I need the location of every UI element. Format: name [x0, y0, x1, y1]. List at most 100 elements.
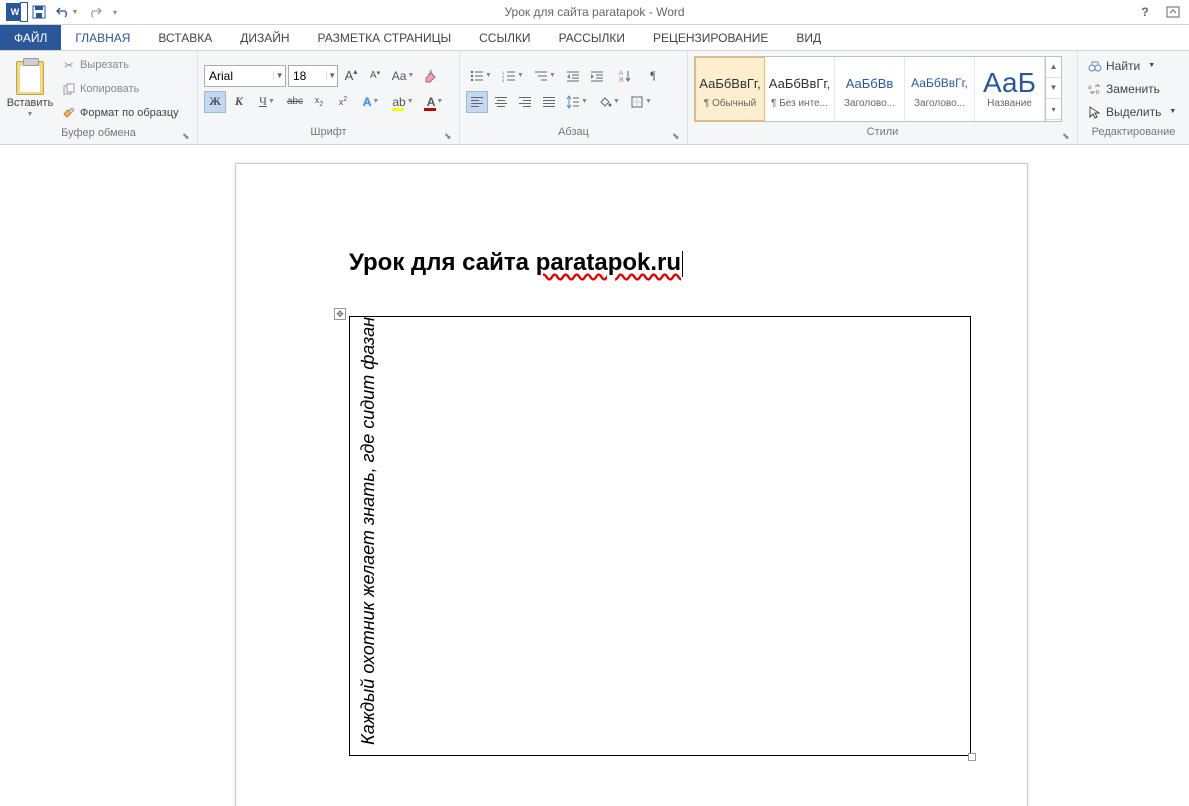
font-color-button[interactable]: A▼ [420, 91, 450, 113]
strikethrough-button[interactable]: abc [284, 91, 306, 113]
copy-label: Копировать [80, 83, 139, 95]
style-name: Заголово... [914, 98, 965, 109]
select-button[interactable]: Выделить ▼ [1084, 101, 1180, 123]
font-size-input[interactable] [289, 66, 326, 86]
clear-formatting-button[interactable]: A [420, 65, 442, 87]
format-painter-button[interactable]: Формат по образцу [58, 102, 183, 124]
line-spacing-button[interactable]: ▼ [562, 91, 592, 113]
heading-link-text: paratapok.ru [536, 249, 681, 276]
style-name: ¶ Обычный [704, 98, 756, 109]
align-right-button[interactable] [514, 91, 536, 113]
save-icon [32, 5, 46, 19]
style-preview: АаБбВв [846, 68, 894, 98]
cut-button[interactable]: ✂ Вырезать [58, 54, 183, 76]
show-marks-button[interactable]: ¶ [642, 65, 664, 87]
numbering-button[interactable]: 123▼ [498, 65, 528, 87]
undo-button[interactable]: ▼ [52, 1, 82, 23]
font-size-combo[interactable]: ▼ [288, 65, 338, 87]
tab-design[interactable]: ДИЗАЙН [226, 25, 303, 50]
paste-button[interactable]: Вставить ▼ [6, 59, 54, 120]
group-clipboard-label: Буфер обмена [0, 127, 197, 144]
paste-label: Вставить [7, 97, 54, 109]
bold-button[interactable]: Ж [204, 91, 226, 113]
redo-icon [88, 6, 102, 18]
ribbon-display-icon [1166, 6, 1180, 18]
scissors-icon: ✂ [62, 58, 76, 72]
undo-icon [56, 6, 70, 18]
italic-button[interactable]: К [228, 91, 250, 113]
help-button[interactable]: ? [1135, 3, 1155, 21]
styles-launcher[interactable]: ⬊ [1062, 131, 1074, 143]
style-item-heading1[interactable]: АаБбВв Заголово... [835, 57, 905, 121]
document-table[interactable]: Каждый охотник желает знать, где сидит ф… [349, 316, 971, 756]
group-clipboard: Вставить ▼ ✂ Вырезать Копировать [0, 51, 198, 144]
sort-icon: АЯ [618, 69, 632, 83]
bullets-button[interactable]: ▼ [466, 65, 496, 87]
save-button[interactable] [28, 1, 50, 23]
svg-text:a: a [1088, 85, 1092, 91]
heading-text: Урок для сайта [349, 249, 536, 276]
clipboard-launcher[interactable]: ⬊ [182, 131, 194, 143]
replace-button[interactable]: ab Заменить [1084, 78, 1180, 100]
tab-page-layout[interactable]: РАЗМЕТКА СТРАНИЦЫ [304, 25, 466, 50]
paragraph-launcher[interactable]: ⬊ [672, 131, 684, 143]
align-center-button[interactable] [490, 91, 512, 113]
svg-text:А: А [619, 71, 623, 77]
grow-font-button[interactable]: A▴ [340, 65, 362, 87]
font-name-input[interactable] [205, 66, 273, 86]
tab-file[interactable]: ФАЙЛ [0, 25, 61, 50]
increase-indent-button[interactable] [586, 65, 608, 87]
font-name-combo[interactable]: ▼ [204, 65, 286, 87]
word-app-icon[interactable]: W [4, 1, 26, 23]
cut-label: Вырезать [80, 59, 129, 71]
superscript-button[interactable]: x2 [332, 91, 354, 113]
group-styles: АаБбВвГг, ¶ Обычный АаБбВвГг, ¶ Без инте… [688, 51, 1078, 144]
format-painter-label: Формат по образцу [80, 107, 179, 119]
style-item-heading2[interactable]: АаБбВвГг, Заголово... [905, 57, 975, 121]
gallery-up-button[interactable]: ▲ [1046, 57, 1061, 78]
gallery-down-button[interactable]: ▼ [1046, 78, 1061, 99]
decrease-indent-button[interactable] [562, 65, 584, 87]
change-case-button[interactable]: Aa▼ [388, 65, 418, 87]
highlight-button[interactable]: ab▼ [388, 91, 418, 113]
table-move-handle[interactable]: ✥ [334, 308, 346, 320]
style-item-nospacing[interactable]: АаБбВвГг, ¶ Без инте... [765, 57, 835, 121]
gallery-more-button[interactable]: ▾ [1046, 99, 1061, 120]
align-left-icon [471, 97, 483, 107]
quick-access-toolbar: W ▼ ▾ [0, 1, 122, 23]
font-launcher[interactable]: ⬊ [444, 131, 456, 143]
tab-mailings[interactable]: РАССЫЛКИ [545, 25, 639, 50]
tab-references[interactable]: ССЫЛКИ [465, 25, 544, 50]
table-resize-handle[interactable] [968, 753, 976, 761]
document-heading[interactable]: Урок для сайта paratapok.ru [349, 249, 683, 277]
borders-button[interactable]: ▼ [626, 91, 656, 113]
svg-text:b: b [1096, 90, 1100, 95]
style-item-title[interactable]: АаБ Название [975, 57, 1045, 121]
style-item-normal[interactable]: АаБбВвГг, ¶ Обычный [695, 57, 765, 121]
copy-button[interactable]: Копировать [58, 78, 183, 100]
tab-view[interactable]: ВИД [782, 25, 835, 50]
borders-icon [630, 95, 644, 109]
table-cell-text[interactable]: Каждый охотник желает знать, где сидит ф… [358, 317, 379, 745]
sort-button[interactable]: АЯ [610, 65, 640, 87]
ribbon-tabs: ФАЙЛ ГЛАВНАЯ ВСТАВКА ДИЗАЙН РАЗМЕТКА СТР… [0, 25, 1189, 50]
document-area[interactable]: Урок для сайта paratapok.ru ✥ Каждый охо… [0, 145, 1189, 806]
title-right-buttons: ? [1135, 3, 1183, 21]
align-justify-button[interactable] [538, 91, 560, 113]
document-page[interactable]: Урок для сайта paratapok.ru ✥ Каждый охо… [235, 163, 1028, 806]
underline-button[interactable]: Ч▼ [252, 91, 282, 113]
title-bar: W ▼ ▾ Урок для сайта paratapok - Word ? [0, 0, 1189, 25]
text-effects-button[interactable]: A▼ [356, 91, 386, 113]
ribbon-display-button[interactable] [1163, 3, 1183, 21]
redo-button[interactable] [84, 1, 106, 23]
multilevel-list-button[interactable]: ▼ [530, 65, 560, 87]
tab-review[interactable]: РЕЦЕНЗИРОВАНИЕ [639, 25, 782, 50]
tab-insert[interactable]: ВСТАВКА [144, 25, 226, 50]
tab-home[interactable]: ГЛАВНАЯ [61, 25, 144, 50]
shrink-font-button[interactable]: A▾ [364, 65, 386, 87]
subscript-button[interactable]: x2 [308, 91, 330, 113]
align-left-button[interactable] [466, 91, 488, 113]
qat-customize-button[interactable]: ▾ [108, 1, 122, 23]
shading-button[interactable]: ▼ [594, 91, 624, 113]
find-button[interactable]: Найти ▼ [1084, 55, 1180, 77]
